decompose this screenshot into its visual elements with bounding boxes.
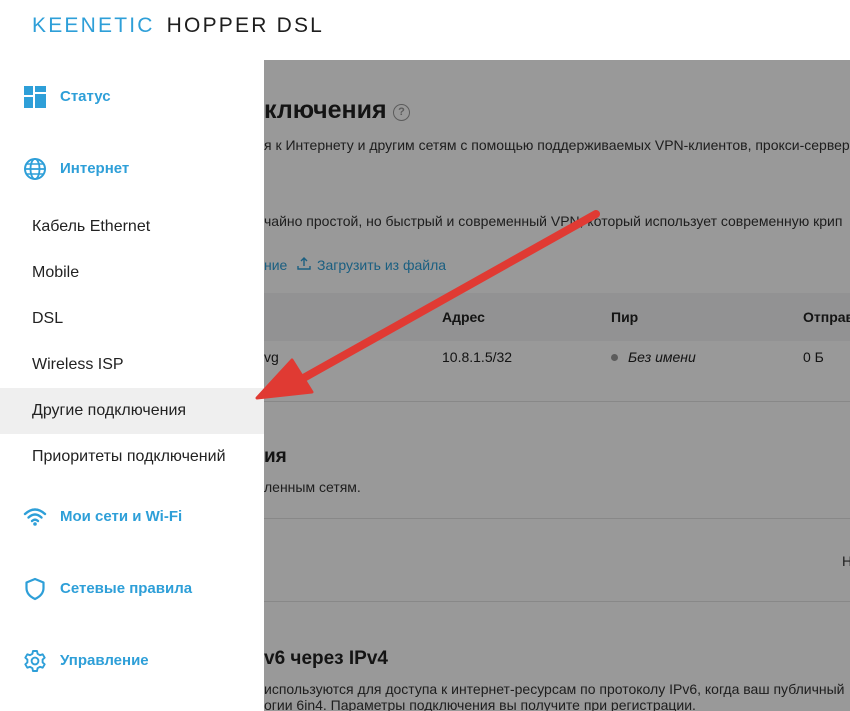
brand-name: KEENETIC — [32, 14, 155, 37]
sidebar-item-connection-priorities[interactable]: Приоритеты подключений — [0, 434, 264, 480]
help-icon[interactable]: ? — [393, 104, 410, 121]
ipv6-section-title: v6 через IPv4 — [264, 648, 388, 669]
sidebar-item-other-connections[interactable]: Другие подключения — [0, 388, 264, 434]
shield-icon — [25, 577, 45, 601]
table-row[interactable]: vg 10.8.1.5/32 Без имени 0 Б — [264, 341, 850, 402]
sidebar-group-label: Интернет — [60, 160, 130, 177]
column-sent: Отправ — [803, 309, 850, 325]
sidebar-item-ethernet[interactable]: Кабель Ethernet — [0, 204, 264, 250]
sidebar-group-management[interactable]: Управление — [0, 638, 264, 684]
column-peer: Пир — [611, 309, 639, 325]
create-connection-link[interactable]: ние — [264, 257, 287, 273]
sidebar-group-label: Статус — [60, 88, 111, 105]
upload-icon — [297, 257, 311, 270]
sidebar-item-label: Приоритеты подключений — [32, 448, 226, 465]
section-description: ленным сетям. — [264, 479, 361, 495]
sidebar-item-dsl[interactable]: DSL — [0, 296, 264, 342]
model-name: HOPPER DSL — [166, 14, 325, 37]
cell-sent: 0 Б — [803, 349, 824, 365]
sidebar-item-wireless-isp[interactable]: Wireless ISP — [0, 342, 264, 388]
app-header: KEENETIC HOPPER DSL — [0, 0, 850, 60]
cell-address: 10.8.1.5/32 — [442, 349, 513, 365]
sidebar-group-networks-wifi[interactable]: Мои сети и Wi-Fi — [0, 494, 264, 540]
sidebar-item-label: Кабель Ethernet — [32, 218, 151, 235]
divider — [264, 601, 850, 602]
keenetic-logo[interactable]: KEENETIC HOPPER DSL — [32, 14, 324, 38]
sidebar: Статус Интернет Кабель Ethernet Mobile D… — [0, 60, 264, 711]
divider — [264, 518, 850, 519]
sidebar-item-mobile[interactable]: Mobile — [0, 250, 264, 296]
sidebar-item-label: DSL — [32, 310, 64, 327]
cell-name: vg — [264, 349, 279, 365]
sidebar-group-label: Управление — [60, 652, 149, 669]
page-description: я к Интернету и другим сетям с помощью п… — [264, 137, 850, 153]
column-address: Адрес — [442, 309, 485, 325]
sidebar-group-status[interactable]: Статус — [0, 74, 264, 120]
gear-icon — [24, 650, 46, 672]
sidebar-group-internet[interactable]: Интернет — [0, 146, 264, 192]
section-cell: Н — [842, 553, 850, 569]
ipv6-description-2: огии 6in4. Параметры подключения вы полу… — [264, 697, 696, 711]
wifi-icon — [23, 508, 47, 526]
ipv6-description: используются для доступа к интернет-ресу… — [264, 681, 845, 697]
table-header: Адрес Пир Отправ — [264, 293, 850, 341]
sidebar-group-label: Мои сети и Wi-Fi — [60, 508, 183, 525]
sidebar-item-label: Другие подключения — [32, 402, 187, 419]
sidebar-item-label: Mobile — [32, 264, 80, 281]
sidebar-group-network-rules[interactable]: Сетевые правила — [0, 566, 264, 612]
dashboard-icon — [24, 86, 46, 108]
globe-icon — [24, 158, 46, 180]
sidebar-item-label: Wireless ISP — [32, 356, 124, 373]
sidebar-group-label: Сетевые правила — [60, 580, 193, 597]
cell-peer: Без имени — [628, 349, 696, 365]
section-title: ия — [264, 446, 287, 467]
wireguard-description: чайно простой, но быстрый и современный … — [264, 213, 843, 229]
upload-from-file-link[interactable]: Загрузить из файла — [317, 257, 446, 273]
status-dot — [611, 354, 618, 361]
page-title: ключения — [264, 96, 387, 124]
